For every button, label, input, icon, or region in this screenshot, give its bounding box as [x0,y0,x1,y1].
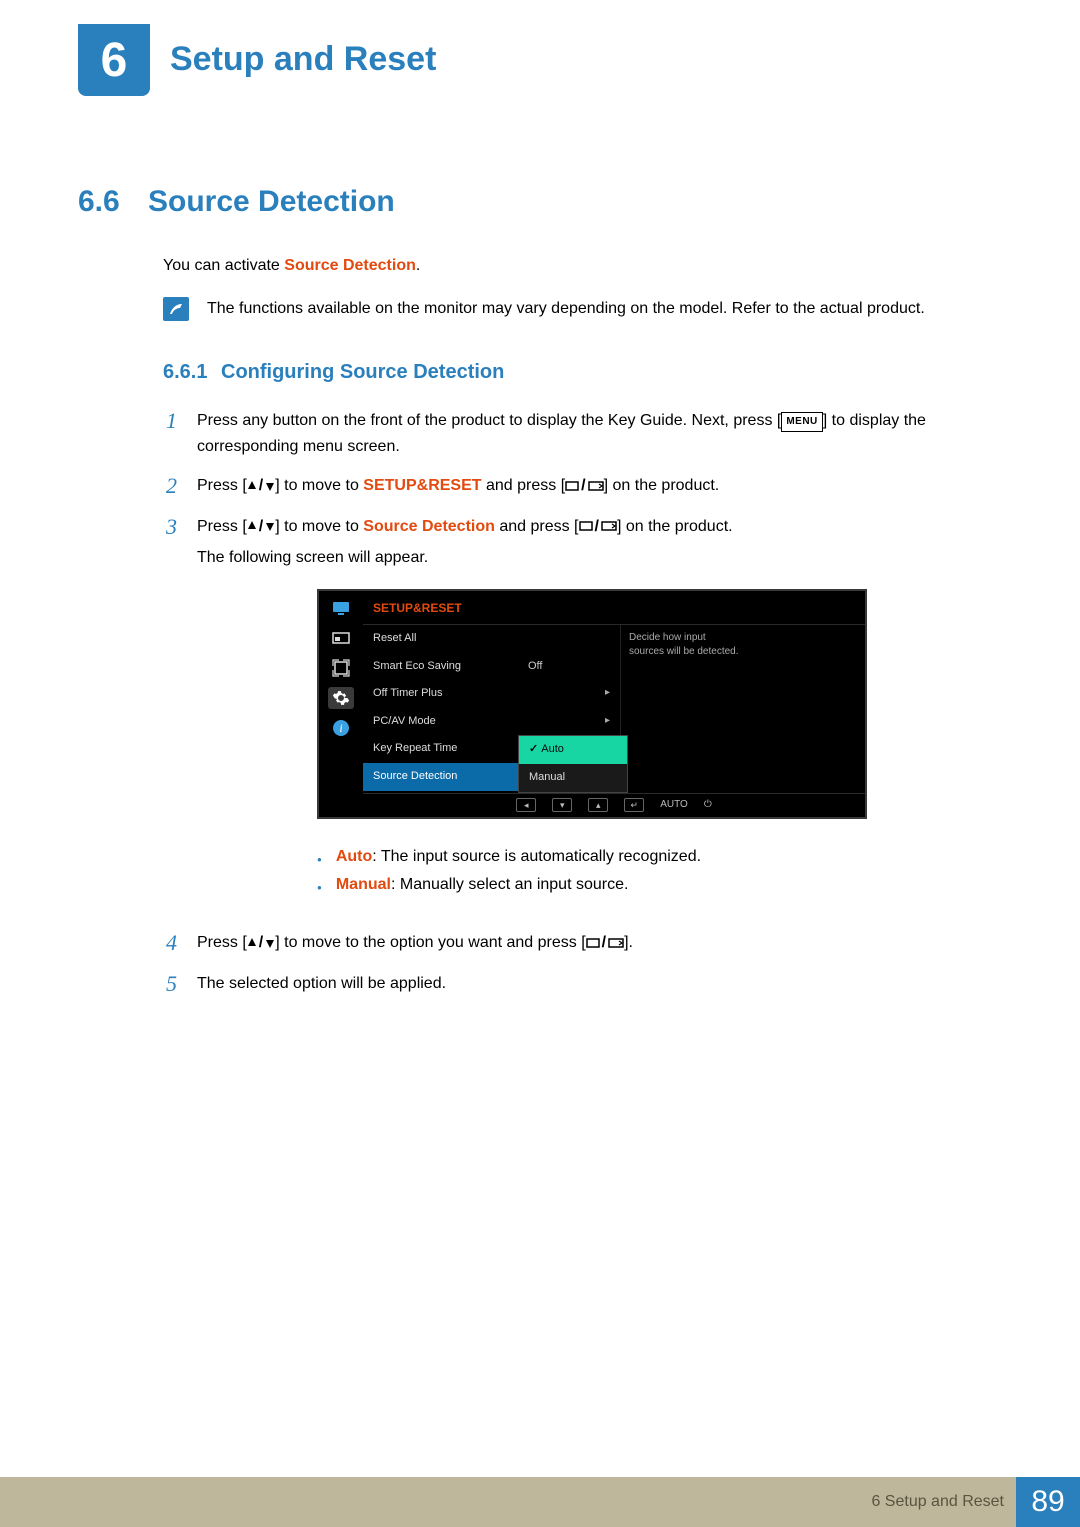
up-down-icon: / [247,473,275,499]
bullet-dot-icon: ● [317,843,322,867]
step-number: 5 [153,971,177,997]
nav-left-icon: ◂ [516,798,536,812]
monitor-icon [328,597,354,619]
intro-highlight: Source Detection [284,257,416,274]
page-footer: 6 Setup and Reset 89 [0,1477,1080,1527]
section-title: Source Detection [148,185,395,218]
note-text: The functions available on the monitor m… [207,297,925,321]
osd-row: Off Timer Plus [363,680,518,708]
step-number: 1 [153,408,177,434]
section-heading: 6.6Source Detection [78,185,1002,219]
step-5: 5 The selected option will be applied. [153,971,1002,997]
step-body: Press any button on the front of the pro… [197,408,1002,459]
up-down-icon: / [247,514,275,540]
step-number: 4 [153,930,177,956]
osd-value-arrow [518,708,620,736]
osd-row: PC/AV Mode [363,708,518,736]
step-body: Press [/] to move to SETUP&RESET and pre… [197,473,719,499]
svg-text:i: i [339,721,342,735]
page-number: 89 [1016,1477,1080,1527]
bullet-manual: ● Manual: Manually select an input sourc… [317,871,867,900]
subsection-heading: 6.6.1Configuring Source Detection [163,361,1002,384]
step-body: Press [/] to move to the option you want… [197,930,633,956]
osd-menu-list: Reset All Smart Eco Saving Off Timer Plu… [363,625,518,793]
osd-popup-option-selected: Auto [519,736,627,764]
osd-description: Decide how input sources will be detecte… [620,625,750,793]
nav-down-icon: ▾ [552,798,572,812]
enter-source-icon: / [586,930,624,956]
step-1: 1 Press any button on the front of the p… [153,408,1002,459]
osd-value-arrow [518,680,620,708]
note-icon [163,297,189,321]
section-number: 6.6 [78,185,148,219]
osd-sidebar: i [319,591,363,817]
chapter-number: 6 [101,33,128,88]
osd-value: Off [518,653,620,681]
info-icon: i [328,717,354,739]
footer-label: 6 Setup and Reset [871,1493,1004,1511]
note-row: The functions available on the monitor m… [163,297,1002,321]
menu-key-icon: MENU [781,412,822,432]
manual-highlight: Manual [336,876,391,893]
nav-power-icon: ⏻ [704,797,712,813]
osd-row: Key Repeat Time [363,735,518,763]
osd-row: Reset All [363,625,518,653]
osd-popup-option: Manual [519,764,627,792]
osd-screenshot: i SETUP&RESET Reset All Smart Eco Saving… [317,589,867,819]
subsection-title: Configuring Source Detection [221,361,504,383]
step-4: 4 Press [/] to move to the option you wa… [153,930,1002,956]
subsection-number: 6.6.1 [163,361,221,384]
nav-auto-label: AUTO [660,797,688,813]
enter-source-icon: / [565,473,603,499]
osd-row-selected: Source Detection [363,763,518,791]
step-3-line2: The following screen will appear. [197,545,867,571]
source-detection-highlight: Source Detection [363,518,495,535]
step-number: 2 [153,473,177,499]
step-3: 3 Press [/] to move to Source Detection … [153,514,1002,917]
step-2: 2 Press [/] to move to SETUP&RESET and p… [153,473,1002,499]
osd-row: Smart Eco Saving [363,653,518,681]
osd-value-column: Off Auto Manual [518,625,620,793]
step-body: The selected option will be applied. [197,971,446,997]
nav-up-icon: ▴ [588,798,608,812]
osd-popup: Auto Manual [518,735,628,792]
resize-icon [328,657,354,679]
picture-icon [328,627,354,649]
osd-nav-bar: ◂ ▾ ▴ ↵ AUTO ⏻ [363,793,865,817]
osd-title: SETUP&RESET [363,591,865,625]
enter-source-icon: / [579,514,617,540]
step-body: Press [/] to move to Source Detection an… [197,514,867,917]
auto-highlight: Auto [336,848,372,865]
bullet-dot-icon: ● [317,871,322,895]
up-down-icon: / [247,930,275,956]
chapter-title: Setup and Reset [170,40,436,79]
gear-icon [328,687,354,709]
step-number: 3 [153,514,177,540]
setup-reset-highlight: SETUP&RESET [363,477,481,494]
nav-enter-icon: ↵ [624,798,644,812]
intro-text: You can activate Source Detection. [163,257,1002,275]
bullet-auto: ● Auto: The input source is automaticall… [317,843,867,872]
chapter-badge: 6 [78,24,150,96]
